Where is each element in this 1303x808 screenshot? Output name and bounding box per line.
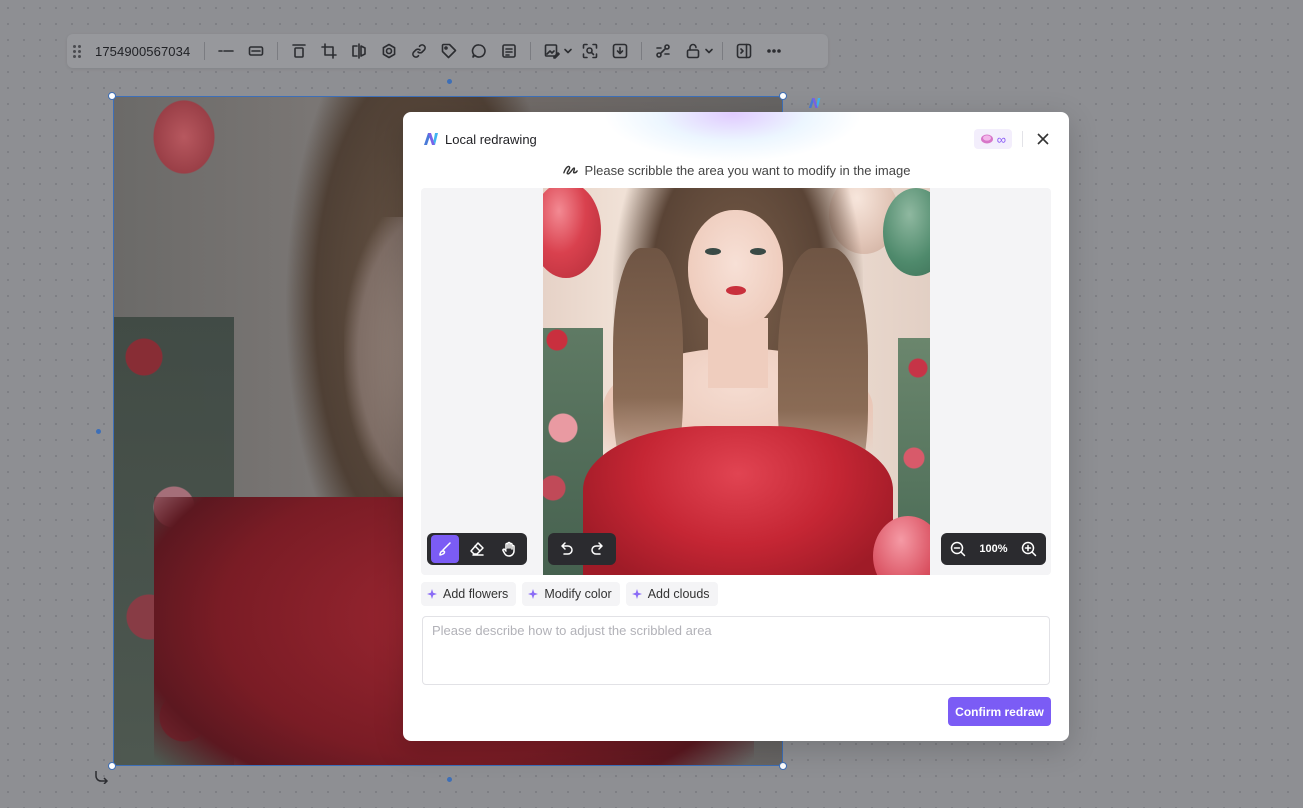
lock-dropdown[interactable]	[702, 37, 716, 65]
line-style-button[interactable]	[211, 37, 241, 65]
sparkle-icon	[427, 589, 437, 599]
confirm-redraw-button[interactable]: Confirm redraw	[948, 697, 1051, 726]
border-icon	[248, 46, 264, 56]
hint-text: Please scribble the area you want to mod…	[584, 162, 911, 178]
comment-icon	[472, 44, 487, 58]
suggestion-chip-modify-color[interactable]: Modify color	[522, 582, 620, 606]
hand-tool-button[interactable]	[495, 535, 523, 563]
dialog-title: Local redrawing	[445, 131, 537, 147]
more-icon	[767, 49, 782, 53]
settings-icon	[382, 43, 396, 59]
zoom-in-button[interactable]	[1016, 535, 1042, 563]
suggestion-chip-add-flowers[interactable]: Add flowers	[421, 582, 517, 606]
zoom-level: 100%	[979, 543, 1008, 555]
panel-button[interactable]	[729, 37, 759, 65]
redo-icon	[591, 542, 603, 555]
link-icon	[412, 44, 427, 58]
selection-handle-left[interactable]	[96, 429, 101, 434]
eraser-icon	[470, 542, 484, 556]
connect-button[interactable]	[648, 37, 678, 65]
scribble-hint: Please scribble the area you want to mod…	[403, 161, 1069, 179]
sparkle-icon	[528, 589, 539, 599]
drawing-tools	[427, 533, 527, 565]
element-toolbar: 1754900567034	[67, 34, 828, 68]
panel-icon	[736, 43, 752, 59]
suggestion-chip-add-clouds[interactable]: Add clouds	[625, 582, 718, 606]
tag-button[interactable]	[434, 37, 464, 65]
element-id-label: 1754900567034	[95, 43, 191, 59]
line-style-icon	[218, 50, 235, 52]
zoom-in-icon	[1021, 541, 1037, 557]
note-icon	[502, 44, 517, 58]
brand-logo-icon	[424, 133, 438, 145]
zoom-detail-button[interactable]	[575, 37, 605, 65]
local-redraw-dialog: Local redrawing ∞ Please scribble the ar…	[403, 112, 1069, 741]
rotate-icon	[95, 771, 109, 785]
chevron-down-icon	[564, 48, 573, 54]
brush-icon	[439, 542, 451, 556]
resize-handle-top-left[interactable]	[108, 92, 116, 100]
history-tools	[548, 533, 616, 565]
chip-label: Add clouds	[647, 587, 710, 601]
redraw-prompt-input[interactable]	[422, 616, 1050, 685]
toolbar-divider	[641, 42, 643, 60]
crop-button[interactable]	[314, 37, 344, 65]
toolbar-divider	[530, 42, 532, 60]
toolbar-divider	[722, 42, 724, 60]
align-button[interactable]	[284, 37, 314, 65]
redo-button[interactable]	[584, 535, 612, 563]
align-icon	[292, 44, 307, 58]
editable-image[interactable]	[543, 188, 930, 575]
resize-handle-top-right[interactable]	[779, 92, 787, 100]
drag-handle-icon[interactable]	[73, 43, 83, 59]
rotate-handle[interactable]	[94, 768, 110, 785]
close-icon	[1037, 133, 1049, 145]
lock-icon	[686, 43, 700, 59]
resize-handle-bottom-right[interactable]	[779, 762, 787, 770]
dialog-header: Local redrawing ∞	[423, 126, 1053, 152]
undo-button[interactable]	[552, 535, 580, 563]
sparkle-icon	[631, 589, 642, 599]
toolbar-divider	[204, 42, 206, 60]
connect-icon	[656, 44, 671, 58]
chevron-down-icon	[705, 48, 714, 54]
image-editor-canvas[interactable]: 100%	[421, 188, 1051, 575]
download-button[interactable]	[605, 37, 635, 65]
comment-button[interactable]	[464, 37, 494, 65]
ai-badge-icon[interactable]	[808, 97, 822, 109]
brush-tool-button[interactable]	[431, 535, 459, 563]
suggestion-chips: Add flowers Modify color Add clouds	[421, 582, 718, 606]
image-edit-dropdown[interactable]	[561, 37, 575, 65]
crop-icon	[321, 43, 338, 59]
selection-handle-top[interactable]	[447, 79, 452, 84]
border-button[interactable]	[241, 37, 271, 65]
toolbar-divider	[277, 42, 279, 60]
download-icon	[612, 43, 628, 59]
zoom-out-icon	[950, 541, 966, 557]
zoom-out-button[interactable]	[945, 535, 971, 563]
settings-button[interactable]	[374, 37, 404, 65]
more-button[interactable]	[759, 37, 789, 65]
note-button[interactable]	[494, 37, 524, 65]
eraser-tool-button[interactable]	[463, 535, 491, 563]
zoom-controls: 100%	[941, 533, 1046, 565]
hand-icon	[502, 541, 515, 557]
undo-icon	[561, 542, 573, 555]
credits-badge[interactable]: ∞	[973, 129, 1012, 149]
tag-icon	[441, 43, 457, 59]
close-button[interactable]	[1033, 129, 1053, 149]
flip-icon	[352, 43, 367, 59]
scribble-icon	[562, 165, 578, 175]
zoom-detail-icon	[582, 43, 598, 59]
flip-button[interactable]	[344, 37, 374, 65]
selection-handle-bottom[interactable]	[447, 777, 452, 782]
credits-unlimited-label: ∞	[996, 131, 1006, 147]
chip-label: Add flowers	[443, 587, 509, 601]
image-edit-icon	[544, 44, 561, 59]
link-button[interactable]	[404, 37, 434, 65]
chip-label: Modify color	[544, 587, 612, 601]
credit-coin-icon	[980, 134, 993, 144]
